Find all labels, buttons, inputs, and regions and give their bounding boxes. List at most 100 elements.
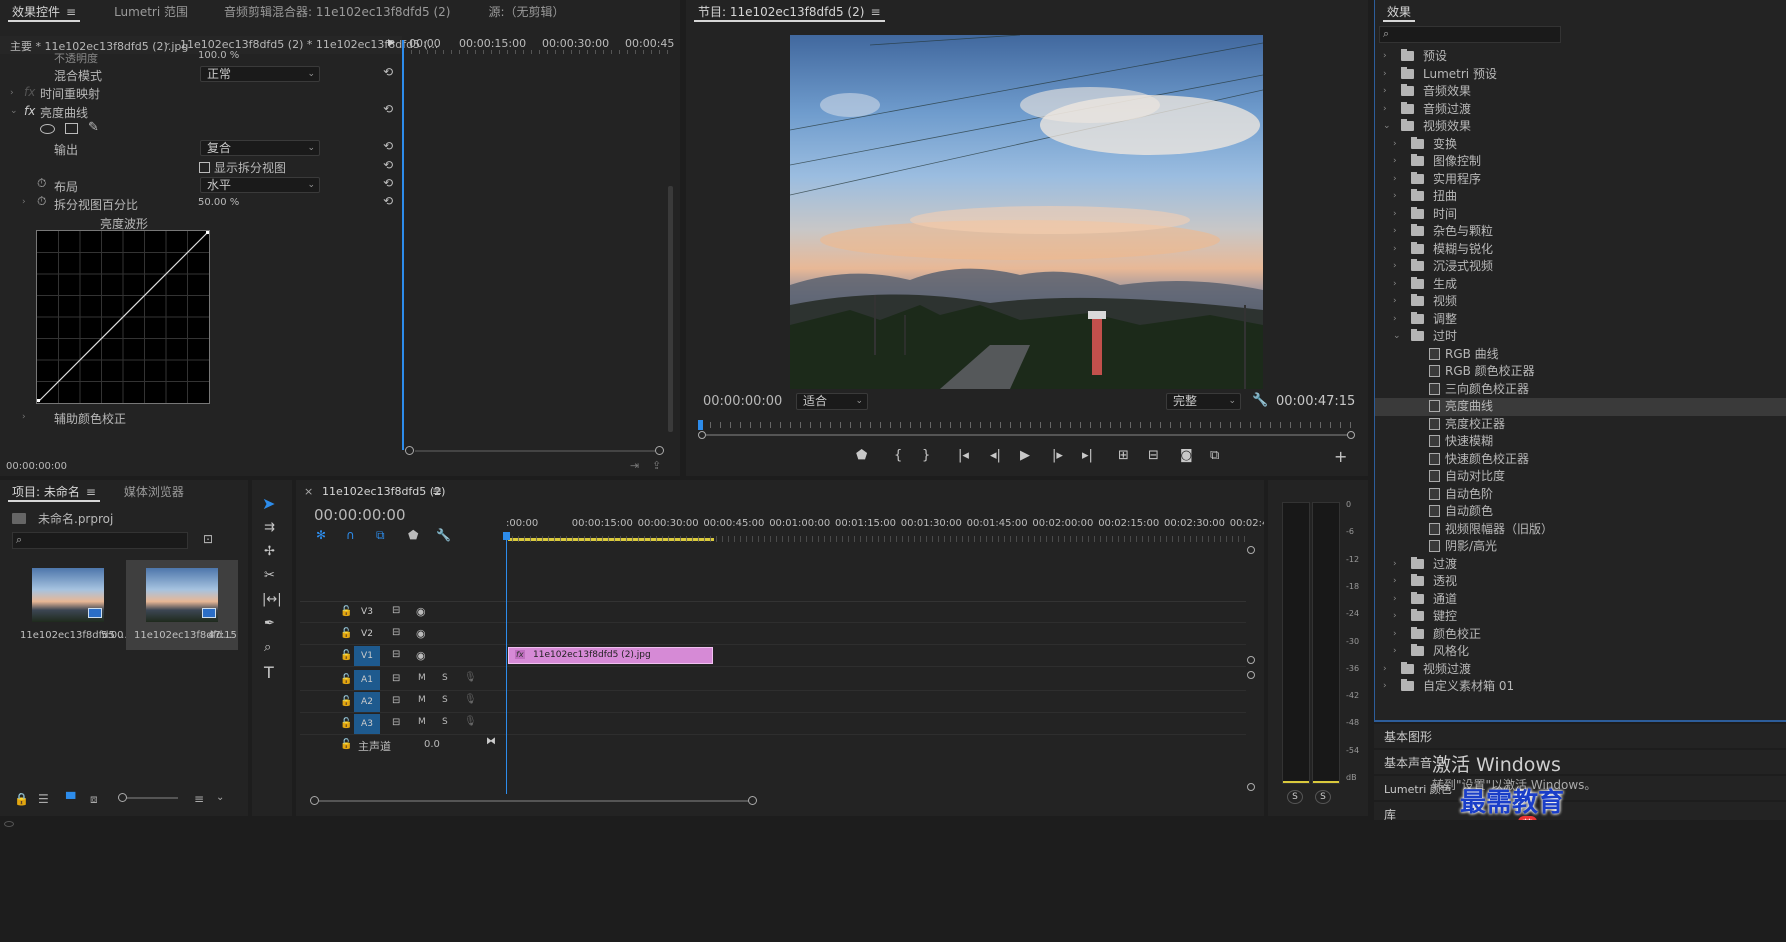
pen-mask-icon[interactable]: ✎: [88, 120, 99, 135]
list-view-icon[interactable]: ☰: [38, 792, 49, 806]
scroll-handle[interactable]: [1247, 656, 1255, 664]
timeline-clip[interactable]: fx 11e102ec13f8dfd5 (2).jpg: [508, 647, 713, 664]
playhead-marker[interactable]: [698, 420, 703, 430]
pen-tool-icon[interactable]: ✒: [264, 616, 275, 631]
scroll-handle-left[interactable]: [405, 446, 414, 455]
layout-dropdown[interactable]: 水平 ⌄: [200, 177, 320, 193]
collapse-arrow-icon[interactable]: ⌄: [10, 106, 18, 116]
program-timecode[interactable]: 00:00:00:00: [703, 394, 782, 409]
expand-arrow-icon[interactable]: ›: [1393, 209, 1397, 219]
insert-icon[interactable]: ⊞: [1118, 448, 1129, 463]
mini-playhead[interactable]: [402, 40, 404, 450]
expand-arrow-icon[interactable]: ›: [1393, 314, 1397, 324]
effects-effect-item[interactable]: 自动颜色: [1375, 503, 1786, 521]
mute-button[interactable]: M: [418, 673, 426, 683]
effects-folder-item[interactable]: › 风格化: [1375, 643, 1786, 661]
effects-folder-item[interactable]: › 音频效果: [1375, 83, 1786, 101]
tab-lumetri-scopes[interactable]: Lumetri 范围: [102, 0, 200, 24]
sync-lock-icon[interactable]: ⊟: [392, 673, 400, 684]
source-clip-label[interactable]: 主要 * 11e102ec13f8dfd5 (2).jpg: [10, 38, 188, 54]
expand-arrow-icon[interactable]: ›: [1383, 69, 1387, 79]
effects-folder-item[interactable]: › 颜色校正: [1375, 626, 1786, 644]
track-target-toggle[interactable]: A3: [354, 714, 380, 734]
wrench-icon[interactable]: 🔧: [1252, 393, 1268, 408]
tab-audio-clip-mixer[interactable]: 音频剪辑混合器: 11e102ec13f8dfd5 (2): [212, 0, 462, 24]
rectangle-mask-icon[interactable]: [65, 123, 78, 134]
go-to-out-icon[interactable]: ▸|: [1082, 448, 1093, 463]
track-target-toggle[interactable]: A1: [354, 670, 380, 690]
track-target-toggle[interactable]: V2: [354, 624, 380, 644]
export-frame-icon[interactable]: ⇪: [652, 459, 661, 472]
effects-folder-item[interactable]: › 调整: [1375, 311, 1786, 329]
timeline-vertical-scroll[interactable]: [1246, 546, 1256, 796]
solo-left-button[interactable]: S: [1287, 790, 1303, 804]
expand-arrow-icon[interactable]: ›: [1393, 296, 1397, 306]
expand-arrow-icon[interactable]: ›: [1393, 559, 1397, 569]
scroll-handle[interactable]: [1247, 783, 1255, 791]
tab-effects[interactable]: 效果: [1375, 0, 1423, 24]
expand-arrow-icon[interactable]: ›: [1393, 261, 1397, 271]
collapse-arrow-icon[interactable]: ⌄: [1383, 121, 1391, 131]
expand-arrow-icon[interactable]: ›: [1383, 681, 1387, 691]
effects-folder-item[interactable]: › 键控: [1375, 608, 1786, 626]
reset-icon[interactable]: ⟲: [383, 102, 393, 116]
mute-button[interactable]: M: [418, 717, 426, 727]
program-video-frame[interactable]: [790, 35, 1263, 389]
panel-menu-icon[interactable]: ≡: [870, 5, 880, 19]
solo-button[interactable]: S: [442, 717, 448, 727]
ripple-edit-tool-icon[interactable]: ✢: [264, 544, 275, 559]
effects-folder-item[interactable]: › 音频过渡: [1375, 101, 1786, 119]
microphone-icon[interactable]: 🎙: [464, 672, 477, 683]
quality-dropdown[interactable]: 完整 ⌄: [1166, 393, 1241, 410]
output-dropdown[interactable]: 复合 ⌄: [200, 140, 320, 156]
lock-icon[interactable]: 🔓: [340, 696, 352, 707]
effects-effect-item[interactable]: RGB 颜色校正器: [1375, 363, 1786, 381]
fit-dropdown[interactable]: 适合 ⌄: [796, 393, 868, 410]
go-to-in-icon[interactable]: |◂: [958, 448, 969, 463]
split-view-checkbox[interactable]: [199, 162, 210, 173]
play-icon[interactable]: ▶: [1020, 448, 1030, 463]
clip-thumbnail[interactable]: 11e102ec13f8dfd5 ... 5:00: [12, 560, 128, 650]
solo-button[interactable]: S: [442, 695, 448, 705]
sync-lock-icon[interactable]: ⊟: [392, 605, 400, 616]
opacity-value[interactable]: 100.0 %: [198, 50, 239, 61]
zoom-slider-handle[interactable]: [118, 793, 127, 802]
microphone-icon[interactable]: 🎙: [464, 716, 477, 727]
tab-source[interactable]: 源:（无剪辑）: [476, 0, 576, 24]
sort-icon[interactable]: ≡: [194, 792, 204, 806]
expand-arrow-icon[interactable]: ›: [1383, 86, 1387, 96]
lock-icon[interactable]: 🔓: [340, 718, 352, 729]
expand-arrow-icon[interactable]: ›: [1383, 664, 1387, 674]
effects-folder-item[interactable]: › 变换: [1375, 136, 1786, 154]
luma-curve-graph[interactable]: [36, 230, 210, 404]
panel-menu-icon[interactable]: ≡: [66, 5, 76, 19]
lock-icon[interactable]: 🔓: [340, 606, 352, 617]
effects-folder-item[interactable]: › Lumetri 预设: [1375, 66, 1786, 84]
lock-icon[interactable]: 🔒: [14, 792, 29, 806]
track-select-tool-icon[interactable]: ⇉: [264, 520, 275, 535]
sync-lock-icon[interactable]: ⊟: [392, 695, 400, 706]
lock-icon[interactable]: 🔓: [340, 739, 352, 750]
tab-effect-controls[interactable]: 效果控件 ≡: [0, 0, 88, 24]
add-button-icon[interactable]: +: [1334, 447, 1347, 466]
eye-icon[interactable]: ◉: [416, 605, 426, 618]
scroll-handle[interactable]: [1247, 671, 1255, 679]
scroll-handle[interactable]: [1247, 546, 1255, 554]
effects-effect-item[interactable]: 阴影/高光: [1375, 538, 1786, 556]
mark-out-icon[interactable]: }: [922, 448, 930, 463]
clip-thumbnail-selected[interactable]: 11e102ec13f8dfd... 47:15: [126, 560, 238, 650]
reset-icon[interactable]: ⟲: [383, 194, 393, 208]
effects-folder-item[interactable]: ⌄ 过时: [1375, 328, 1786, 346]
timeline-playhead[interactable]: [503, 532, 510, 794]
tab-program[interactable]: 节目: 11e102ec13f8dfd5 (2) ≡: [686, 0, 893, 24]
microphone-icon[interactable]: 🎙: [464, 694, 477, 705]
program-scrub-ruler[interactable]: [698, 420, 1355, 440]
effect-controls-vertical-scrollbar[interactable]: [668, 186, 673, 432]
selection-tool-icon[interactable]: ➤: [262, 494, 275, 513]
effects-folder-item[interactable]: › 透视: [1375, 573, 1786, 591]
effects-folder-item[interactable]: › 通道: [1375, 591, 1786, 609]
sync-lock-icon[interactable]: ⊟: [392, 649, 400, 660]
go-to-end-icon[interactable]: ⧓: [486, 736, 496, 747]
effects-effect-item[interactable]: 三向颜色校正器: [1375, 381, 1786, 399]
chevron-down-icon[interactable]: ⌄: [216, 792, 224, 803]
